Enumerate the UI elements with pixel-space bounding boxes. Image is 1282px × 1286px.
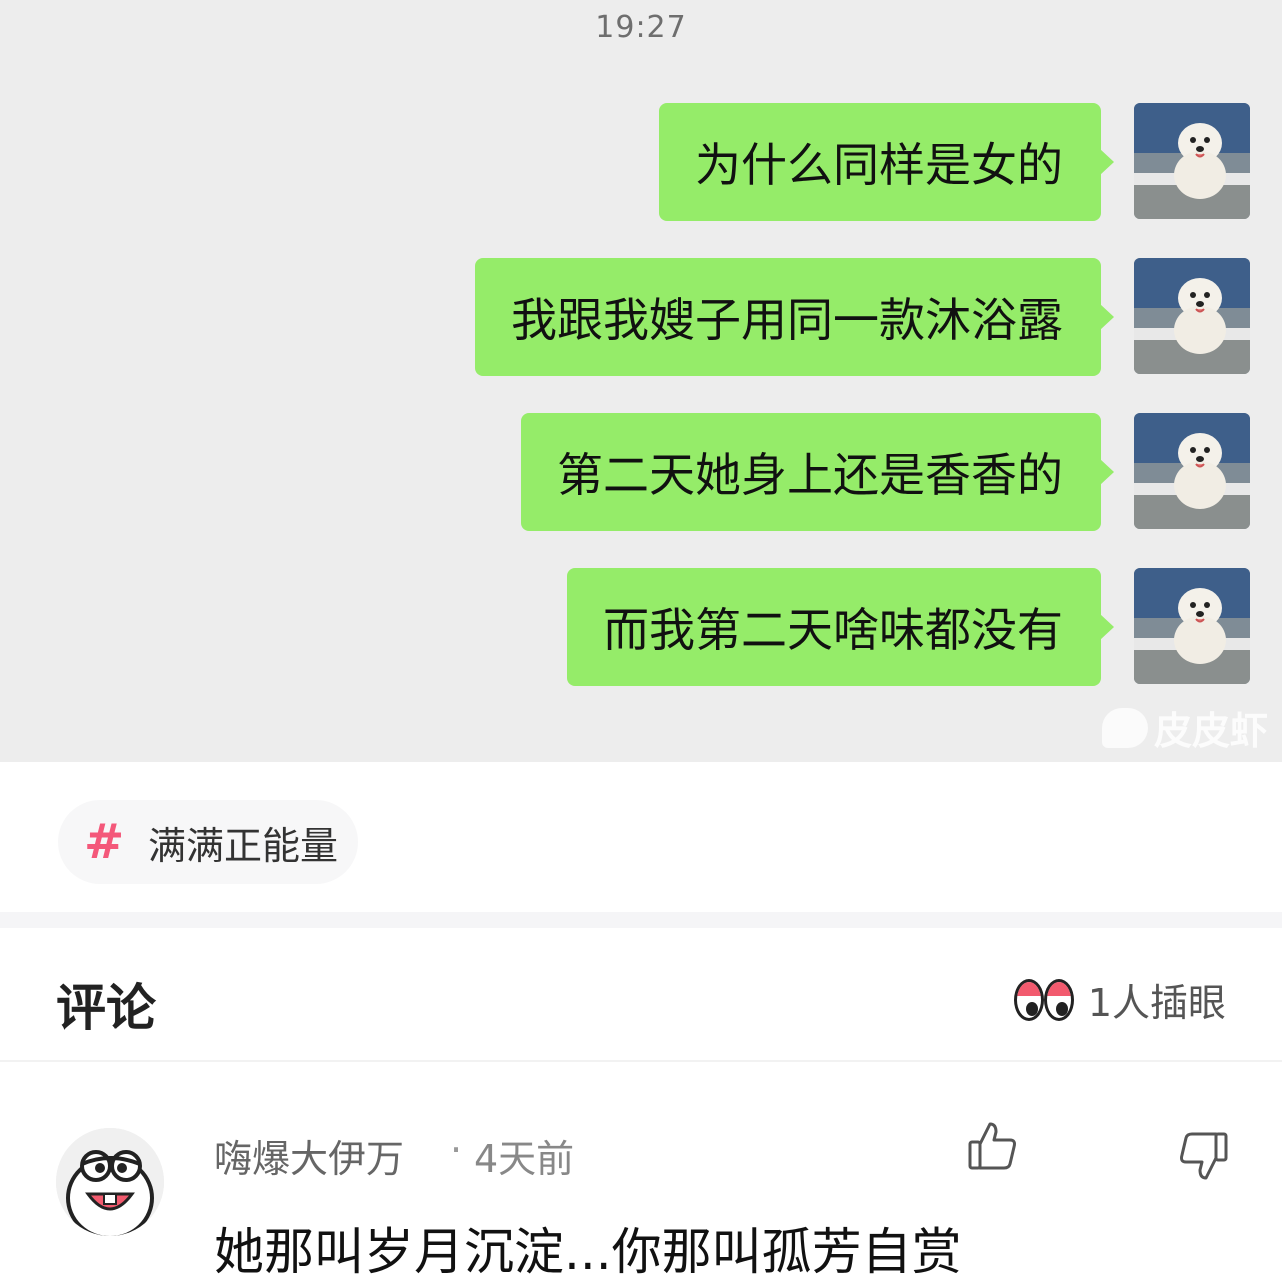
dog-avatar-icon[interactable] [1134,103,1250,219]
commenter-name[interactable]: 嗨爆大伊万 [214,1128,404,1183]
hashtag-icon: # [84,814,125,870]
topic-area: # 满满正能量 [0,762,1282,912]
commenter-avatar[interactable] [56,1128,164,1236]
message-row: 第二天她身上还是香香的 [0,413,1282,531]
comments-title: 评论 [56,979,156,1037]
message-bubble[interactable]: 我跟我嫂子用同一款沐浴露 [475,258,1114,376]
eyes-icon [1013,975,1078,1025]
viewers-indicator[interactable]: 1人插眼 [1013,972,1226,1027]
message-bubble[interactable]: 而我第二天啥味都没有 [567,568,1114,686]
message-bubble[interactable]: 第二天她身上还是香香的 [521,413,1114,531]
dog-avatar-icon[interactable] [1134,568,1250,684]
topic-chip[interactable]: # 满满正能量 [58,800,358,884]
message-row: 为什么同样是女的 [0,103,1282,221]
message-row: 我跟我嫂子用同一款沐浴露 [0,258,1282,376]
viewers-count: 1人插眼 [1087,981,1226,1025]
watermark-text: 皮皮虾 [1153,709,1268,753]
watermark: 皮皮虾 [1101,700,1268,755]
comments-header: 评论 1人插眼 [0,928,1282,1060]
message-bubble[interactable]: 为什么同样是女的 [659,103,1114,221]
comment-item: 嗨爆大伊万 · 4天前 她那叫岁月沉淀...你那叫孤芳自赏 [0,1062,1282,1286]
topic-label: 满满正能量 [148,823,339,868]
chat-screenshot: 19:27 为什么同样是女的 我跟我嫂子用同一款沐浴露 第二天她身上还是香香的 … [0,0,1282,762]
meta-separator: · [450,1128,463,1172]
dog-avatar-icon[interactable] [1134,413,1250,529]
comment-time: 4天前 [474,1137,575,1181]
thumbs-down-icon[interactable] [1176,1128,1230,1182]
dog-avatar-icon[interactable] [1134,258,1250,374]
watermark-logo-icon [1101,707,1148,748]
comment-text: 她那叫岁月沉淀...你那叫孤芳自赏 [214,1223,962,1281]
thumbs-up-icon[interactable] [966,1120,1020,1174]
message-row: 而我第二天啥味都没有 [0,568,1282,686]
chat-timestamp: 19:27 [595,10,687,45]
section-divider [0,912,1282,928]
